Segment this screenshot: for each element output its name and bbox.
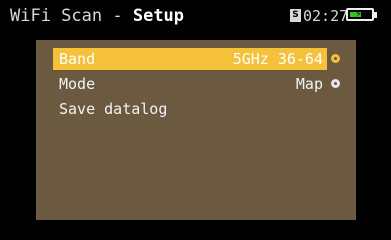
- menu-item-band[interactable]: Band 5GHz 36-64: [53, 48, 327, 70]
- radio-icon: [331, 79, 340, 88]
- selected-radio-icon: [331, 54, 340, 63]
- menu-item-label: Band: [59, 50, 96, 68]
- menu-item-value: 5GHz 36-64: [232, 50, 323, 68]
- menu-item-save-datalog[interactable]: Save datalog: [53, 98, 327, 120]
- title-separator: -: [102, 6, 133, 26]
- battery-tip: [374, 12, 377, 18]
- menu-item-mode[interactable]: Mode Map: [53, 73, 327, 95]
- battery-icon: ⚡: [346, 8, 374, 21]
- screen-name: Setup: [132, 6, 185, 26]
- menu-item-label: Save datalog: [59, 100, 168, 118]
- device-screen: WiFi Scan - Setup S 02:27 ⚡ Band 5GHz 36…: [0, 0, 391, 240]
- menu-item-label: Mode: [59, 75, 96, 93]
- menu-item-value: Map: [295, 75, 323, 93]
- app-name: WiFi Scan: [10, 6, 103, 26]
- page-title: WiFi Scan - Setup: [10, 6, 184, 26]
- sd-card-icon: S: [290, 9, 301, 22]
- status-header: WiFi Scan - Setup S 02:27 ⚡: [0, 0, 391, 30]
- clock: 02:27: [303, 7, 349, 25]
- charging-bolt-icon: ⚡: [355, 9, 363, 20]
